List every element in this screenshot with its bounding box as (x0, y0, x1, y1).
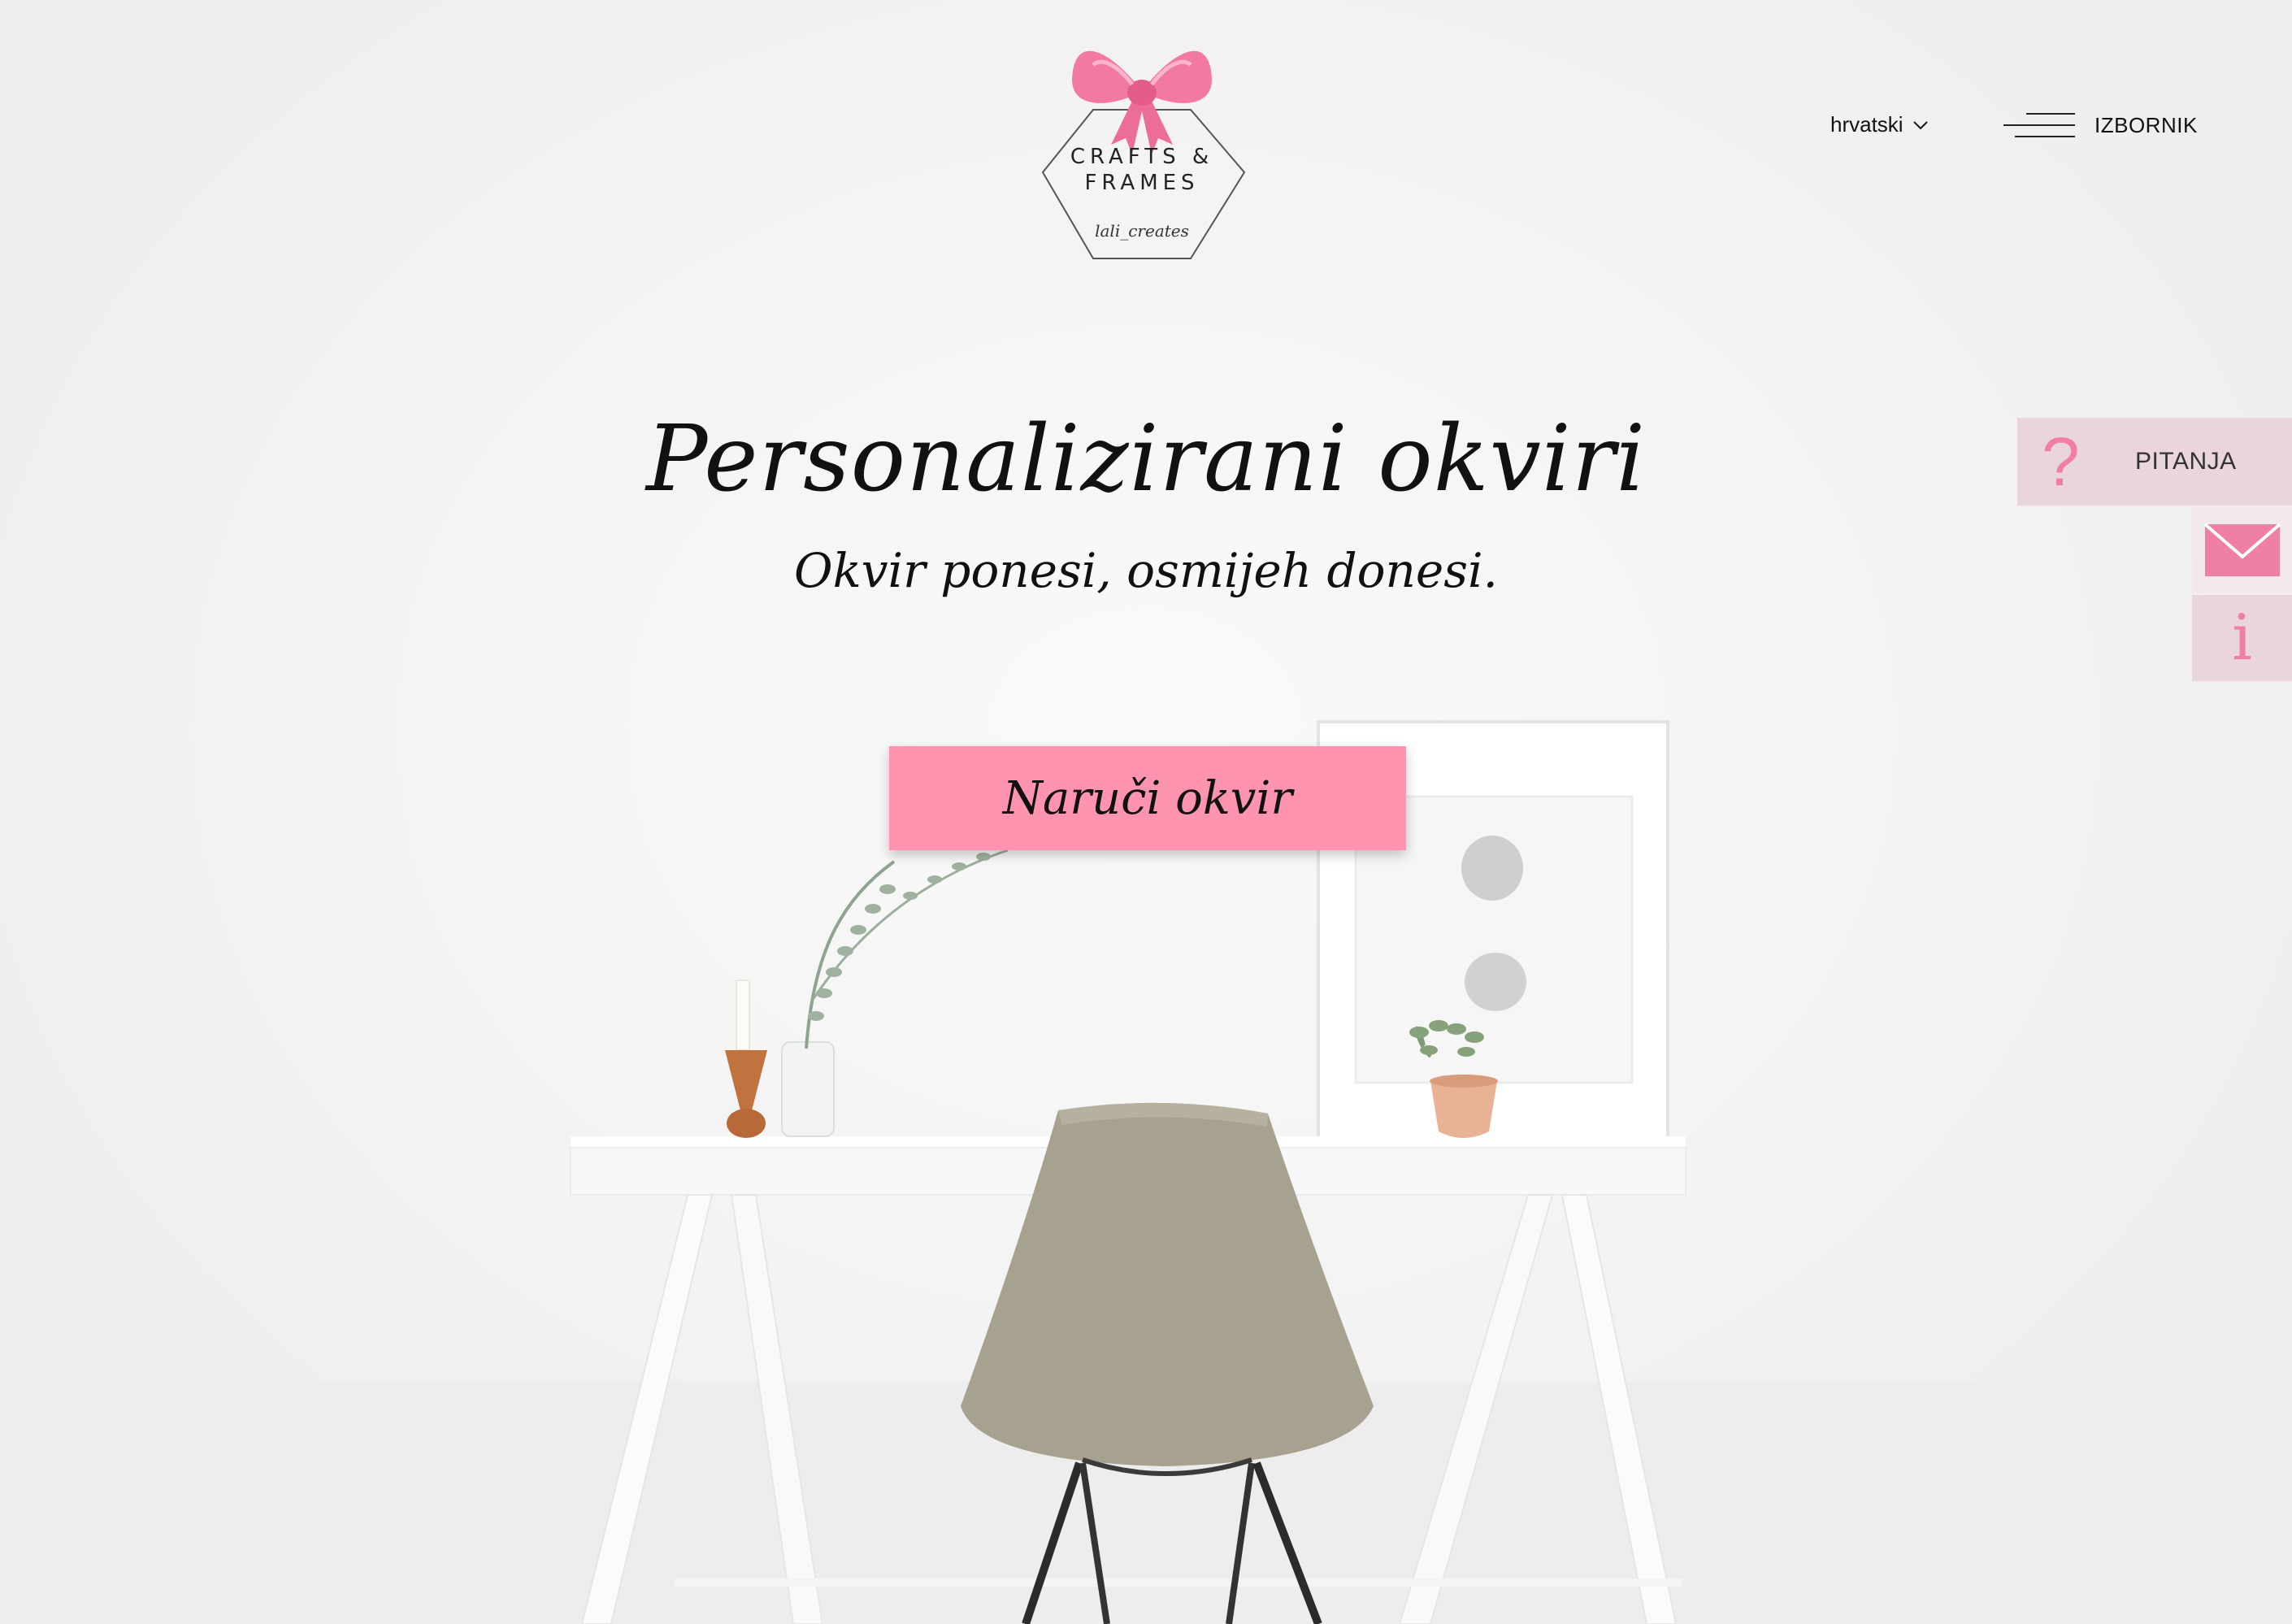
language-selector[interactable]: hrvatski (1830, 112, 1928, 137)
hero-background: CRAFTS & FRAMES lali_creates hrvatski IZ… (0, 0, 2292, 1624)
vase-with-eucalyptus (781, 849, 1009, 1137)
candle-holder (725, 979, 767, 1138)
page-title: Personalizirani okviri (645, 406, 1647, 512)
brand-line-1: CRAFTS & (1070, 145, 1214, 169)
brand-line-2: FRAMES (1084, 171, 1200, 195)
page-tagline: Okvir ponesi, osmijeh donesi. (794, 543, 1498, 598)
info-button[interactable]: i (2192, 595, 2292, 681)
faq-tab[interactable]: ? PITANJA (2017, 418, 2292, 506)
envelope-icon (2203, 523, 2281, 576)
chevron-down-icon (1912, 120, 1928, 129)
question-mark-icon: ? (2042, 423, 2080, 500)
contact-mail-button[interactable] (2192, 507, 2292, 593)
hamburger-icon (2003, 113, 2075, 137)
faq-label: PITANJA (2135, 448, 2237, 475)
info-icon: i (2232, 601, 2252, 675)
order-frame-button[interactable]: Naruči okvir (889, 746, 1406, 850)
brand-handle: lali_creates (1095, 221, 1189, 241)
menu-button[interactable]: IZBORNIK (2003, 111, 2198, 140)
language-label: hrvatski (1830, 112, 1903, 137)
menu-label: IZBORNIK (2094, 112, 2198, 137)
brand-logo[interactable]: CRAFTS & FRAMES lali_creates (1036, 33, 1248, 264)
